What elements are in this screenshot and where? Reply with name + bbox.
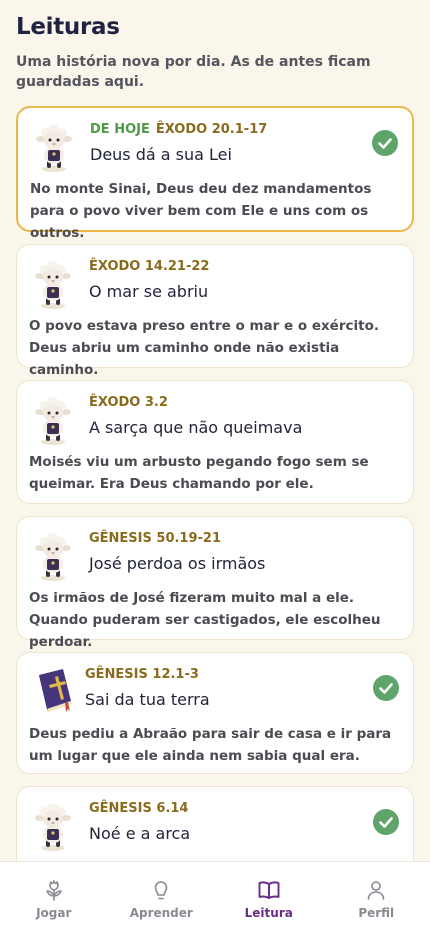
nav-label: Aprender [129, 906, 193, 920]
reading-meta: GÊNESIS 6.14 [89, 801, 188, 816]
reading-reference: ÊXODO 3.2 [89, 395, 168, 410]
reading-card-today[interactable]: DE HOJE ÊXODO 20.1-17 Deus dá a sua Lei N… [16, 106, 414, 241]
reading-title: José perdoa os irmãos [89, 554, 266, 573]
reading-description: No monte Sinai, Deus deu dez mandamentos… [30, 181, 372, 241]
reading-title: Sai da tua terra [85, 690, 210, 709]
nav-label: Leitura [244, 906, 293, 920]
reading-meta: DE HOJE ÊXODO 20.1-17 [90, 122, 267, 137]
nav-label: Perfil [358, 906, 395, 920]
bible-icon [31, 665, 75, 717]
reading-card[interactable]: GÊNESIS 50.19-21 José perdoa os irmãos O… [16, 516, 414, 650]
reading-reference: ÊXODO 20.1-17 [155, 122, 268, 137]
nav-item-leitura[interactable]: Leitura [215, 862, 323, 932]
reading-reference: GÊNESIS 50.19-21 [89, 531, 222, 546]
reading-meta: GÊNESIS 12.1-3 [85, 667, 199, 682]
reading-reference: GÊNESIS 12.1-3 [85, 667, 199, 682]
reading-description: Moisés viu um arbusto pegando fogo sem s… [29, 454, 369, 492]
nav-item-aprender[interactable]: Aprender [108, 862, 216, 932]
reading-reference: GÊNESIS 6.14 [89, 801, 189, 816]
reading-description: Deus pediu a Abraão para sair de casa e … [29, 726, 392, 764]
reading-card[interactable]: ÊXODO 14.21-22 O mar se abriu O povo est… [16, 244, 414, 378]
lamb-icon [32, 122, 76, 174]
reading-meta: ÊXODO 3.2 [89, 395, 168, 410]
open-book-icon [257, 878, 281, 902]
page-subtitle: Uma história nova por dia. As de antes f… [16, 54, 371, 90]
reading-reference: ÊXODO 14.21-22 [89, 259, 210, 274]
page-title: Leituras [16, 14, 120, 40]
reading-description: Os irmãos de José fizeram muito mal a el… [29, 590, 381, 650]
person-icon [364, 878, 388, 902]
lamb-icon [31, 531, 75, 583]
reading-title: Noé e a arca [89, 824, 191, 843]
reading-title: A sarça que não queimava [89, 418, 303, 437]
reading-card[interactable]: GÊNESIS 12.1-3 Sai da tua terra Deus ped… [16, 652, 414, 774]
nav-item-jogar[interactable]: Jogar [0, 862, 108, 932]
bottom-navigation: Jogar Aprender Leitura Perfil [0, 861, 430, 932]
nav-item-perfil[interactable]: Perfil [323, 862, 430, 932]
reading-title: O mar se abriu [89, 282, 209, 301]
lamb-icon [31, 259, 75, 311]
lamb-icon [31, 801, 75, 853]
reading-card[interactable]: ÊXODO 3.2 A sarça que não queimava Moisé… [16, 380, 414, 504]
reading-meta: ÊXODO 14.21-22 [89, 259, 209, 274]
reading-meta: GÊNESIS 50.19-21 [89, 531, 221, 546]
reading-description: O povo estava preso entre o mar e o exér… [29, 318, 379, 378]
main-content: Leituras Uma história nova por dia. As d… [0, 0, 430, 862]
reading-card[interactable]: GÊNESIS 6.14 Noé e a arca [16, 786, 414, 862]
reading-title: Deus dá a sua Lei [90, 145, 232, 164]
flower-icon [42, 878, 66, 902]
nav-label: Jogar [36, 906, 72, 920]
today-badge: DE HOJE [90, 122, 150, 137]
check-icon [372, 130, 398, 156]
check-icon [373, 809, 399, 835]
check-icon [373, 675, 399, 701]
lightbulb-icon [149, 878, 173, 902]
lamb-icon [31, 395, 75, 447]
